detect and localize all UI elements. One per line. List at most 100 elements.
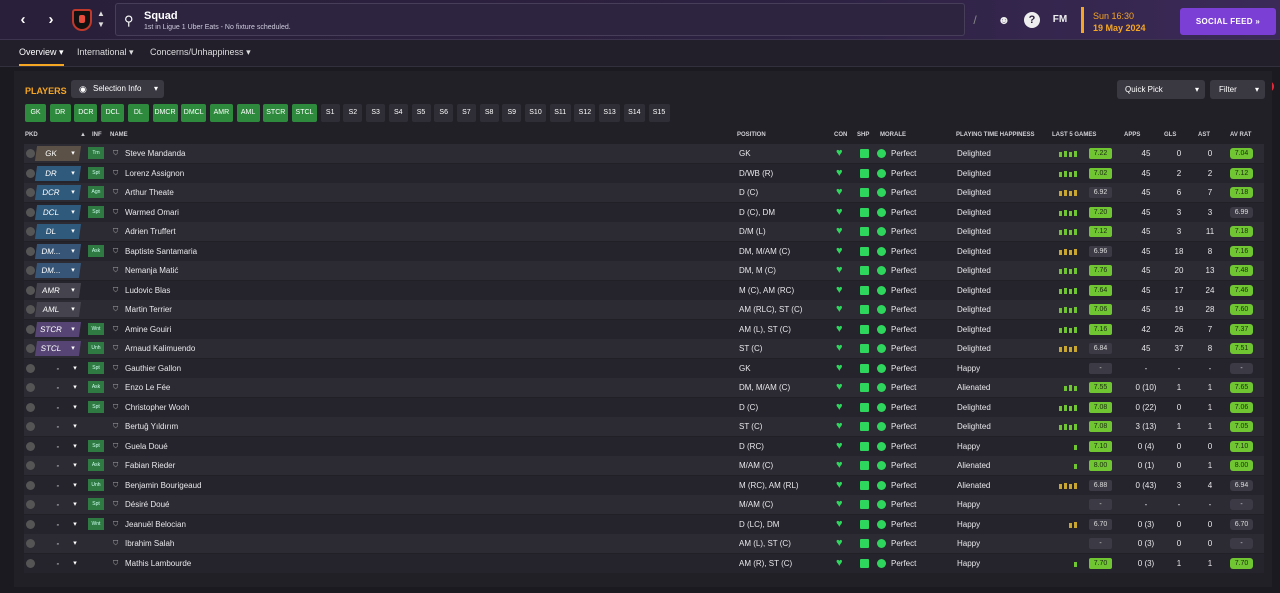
table-row[interactable]: - ▾ Spt ⛉ Christopher Wooh D (C) ♥ Perfect Delig… — [24, 397, 1264, 417]
col-gls[interactable]: GLS — [1164, 132, 1176, 138]
col-playing-time[interactable]: PLAYING TIME HAPPINESS — [956, 132, 1034, 138]
col-last5[interactable]: LAST 5 GAMES — [1052, 132, 1096, 138]
help-icon[interactable]: ? — [1024, 12, 1040, 28]
table-row[interactable]: STCR ▾ Wnt ⛉ Amine Gouiri AM (L), ST (C) ♥ Perf… — [24, 319, 1264, 339]
table-row[interactable]: - ▾ ⛉ Bertuğ Yıldırım ST (C) ♥ Perfect Delighte… — [24, 417, 1264, 436]
pick-checkbox[interactable] — [26, 168, 35, 178]
pill-gk[interactable]: GK — [25, 104, 46, 122]
chevron-down-icon[interactable]: ▾ — [68, 419, 82, 434]
skull-icon[interactable]: ☻ — [996, 12, 1012, 28]
player-name[interactable]: Christopher Wooh — [125, 398, 189, 417]
chevron-down-icon[interactable]: ▾ — [68, 536, 82, 551]
player-name[interactable]: Baptiste Santamaria — [125, 242, 197, 261]
selection-info-button[interactable]: ◉ Selection Info ▾ — [71, 80, 164, 98]
info-badge[interactable]: Wnt — [88, 322, 104, 335]
pill-s2[interactable]: S2 — [343, 104, 363, 122]
fm-logo-icon[interactable]: FM — [1052, 12, 1068, 28]
tab-international[interactable]: International ▾ — [77, 47, 134, 58]
pill-s7[interactable]: S7 — [456, 104, 476, 122]
table-row[interactable]: DCR ▾ Agn ⛉ Arthur Theate D (C) ♥ Perfect Deligh… — [24, 183, 1264, 202]
col-avrat[interactable]: AV RAT — [1230, 132, 1251, 138]
pick-checkbox[interactable] — [26, 441, 35, 451]
info-badge[interactable]: Spt — [88, 439, 104, 452]
info-badge[interactable]: Trn — [88, 147, 104, 159]
pill-dcl[interactable]: DCL — [101, 104, 125, 122]
pill-aml[interactable]: AML — [236, 104, 260, 122]
col-apps[interactable]: APPS — [1124, 132, 1140, 138]
pick-checkbox[interactable] — [26, 383, 35, 392]
chevron-down-icon[interactable]: ▾ — [66, 224, 80, 239]
tab-overview[interactable]: Overview ▾ — [19, 47, 64, 66]
player-name[interactable]: Nemanja Matić — [125, 261, 178, 280]
chevron-down-icon[interactable]: ▾ — [68, 556, 82, 571]
table-row[interactable]: DCL ▾ Spt ⛉ Warmed Omari D (C), DM ♥ Perfect Del… — [24, 202, 1264, 222]
table-row[interactable]: GK ▾ Trn ⛉ Steve Mandanda GK ♥ Perfect Delighted… — [24, 144, 1264, 163]
pick-checkbox[interactable] — [26, 344, 35, 353]
pill-dr[interactable]: DR — [49, 104, 71, 122]
chevron-down-icon[interactable]: ▾ — [66, 244, 80, 259]
club-switch-arrows-icon[interactable]: ▲ ▼ — [96, 8, 106, 30]
chevron-down-icon[interactable]: ▾ — [66, 322, 80, 337]
player-name[interactable]: Enzo Le Fée — [125, 378, 170, 397]
pick-checkbox[interactable] — [26, 539, 35, 548]
table-row[interactable]: DR ▾ Spt ⛉ Lorenz Assignon D/WB (R) ♥ Perfect De… — [24, 163, 1264, 183]
pill-s5[interactable]: S5 — [411, 104, 431, 122]
info-badge[interactable]: Ask — [88, 244, 104, 257]
table-row[interactable]: - ▾ Wnt ⛉ Jeanuël Belocian D (LC), DM ♥ Perfect… — [24, 514, 1264, 534]
table-row[interactable]: - ▾ Spt ⛉ Désiré Doué M/AM (C) ♥ Perfect Happy - -… — [24, 495, 1264, 514]
info-badge[interactable]: Spt — [88, 498, 104, 510]
info-badge[interactable]: Unh — [88, 342, 104, 354]
player-name[interactable]: Mathis Lambourde — [125, 554, 191, 573]
info-badge[interactable]: Ask — [88, 459, 104, 471]
player-name[interactable]: Guela Doué — [125, 437, 168, 456]
pick-checkbox[interactable] — [26, 461, 35, 470]
back-arrow-icon[interactable]: ‹ — [12, 9, 34, 31]
pill-s13[interactable]: S13 — [599, 104, 621, 122]
col-con[interactable]: CON — [834, 132, 847, 138]
col-position[interactable]: POSITION — [737, 132, 766, 138]
search-icon[interactable]: ⚲ — [124, 13, 138, 28]
pill-dmcl[interactable]: DMCL — [181, 104, 207, 122]
table-row[interactable]: - ▾ Ask ⛉ Enzo Le Fée DM, M/AM (C) ♥ Perfect Ali… — [24, 378, 1264, 397]
pill-s6[interactable]: S6 — [434, 104, 454, 122]
pill-s15[interactable]: S15 — [648, 104, 670, 122]
forward-arrow-icon[interactable]: › — [40, 9, 62, 31]
chevron-down-icon[interactable]: ▾ — [68, 517, 82, 532]
player-name[interactable]: Ludovic Blas — [125, 281, 170, 300]
pick-checkbox[interactable] — [26, 422, 35, 431]
social-feed-button[interactable]: SOCIAL FEED » — [1180, 8, 1276, 35]
table-row[interactable]: DM... ▾ ⛉ Nemanja Matić DM, M (C) ♥ Perfect Del… — [24, 261, 1264, 280]
player-name[interactable]: Désiré Doué — [125, 495, 169, 514]
chevron-down-icon[interactable]: ▾ — [66, 146, 80, 161]
table-row[interactable]: STCL ▾ Unh ⛉ Arnaud Kalimuendo ST (C) ♥ Perfect… — [24, 339, 1264, 358]
player-name[interactable]: Adrien Truffert — [125, 222, 176, 241]
info-badge[interactable]: Unh — [88, 478, 104, 491]
player-name[interactable]: Steve Mandanda — [125, 144, 186, 163]
pick-checkbox[interactable] — [26, 558, 35, 568]
chevron-down-icon[interactable]: ▾ — [66, 263, 80, 278]
pick-checkbox[interactable] — [26, 207, 35, 217]
chevron-down-icon[interactable]: ▾ — [66, 283, 80, 298]
pill-s9[interactable]: S9 — [502, 104, 522, 122]
player-name[interactable]: Amine Gouiri — [125, 320, 171, 339]
chevron-down-icon[interactable]: ▾ — [66, 185, 80, 200]
pill-s11[interactable]: S11 — [549, 104, 571, 122]
pick-checkbox[interactable] — [26, 266, 35, 275]
col-morale[interactable]: MORALE — [880, 132, 906, 138]
pick-checkbox[interactable] — [26, 519, 35, 529]
pick-checkbox[interactable] — [26, 285, 35, 295]
quick-pick-button[interactable]: Quick Pick ▾ — [1117, 80, 1205, 99]
chevron-down-icon[interactable]: ▾ — [66, 341, 80, 356]
info-badge[interactable]: Spt — [88, 361, 104, 374]
pick-checkbox[interactable] — [26, 480, 35, 490]
pick-checkbox[interactable] — [26, 402, 35, 412]
info-badge[interactable]: Spt — [88, 166, 104, 179]
table-row[interactable]: - ▾ Ask ⛉ Fabian Rieder M/AM (C) ♥ Perfect Alien… — [24, 456, 1264, 475]
col-shp[interactable]: SHP — [857, 132, 869, 138]
title-search-box[interactable]: ⚲ Squad 1st in Ligue 1 Uber Eats - No fi… — [115, 3, 965, 36]
col-pkd[interactable]: PKD — [25, 132, 38, 138]
pill-s10[interactable]: S10 — [525, 104, 546, 122]
chevron-down-icon[interactable]: ▾ — [68, 361, 82, 376]
pick-checkbox[interactable] — [26, 305, 35, 314]
pill-stcl[interactable]: STCL — [292, 104, 317, 122]
